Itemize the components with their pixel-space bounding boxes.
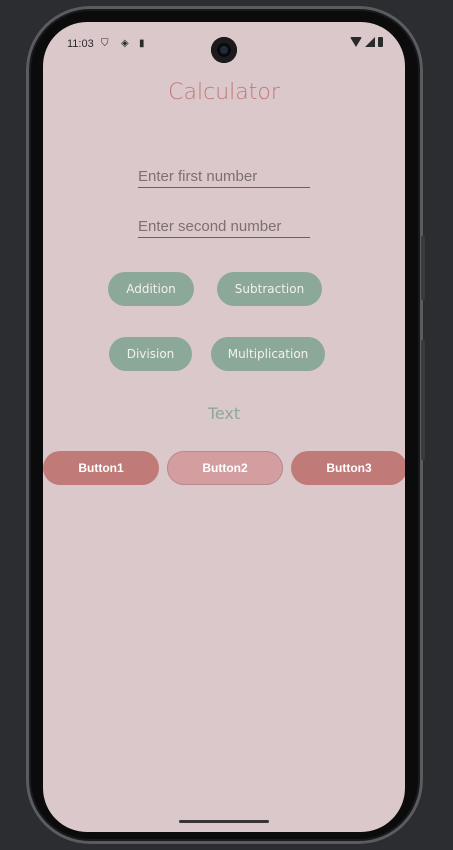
- addition-button[interactable]: Addition: [108, 272, 194, 306]
- volume-button: [421, 340, 425, 460]
- battery-icon: [378, 37, 383, 47]
- second-number-input[interactable]: [138, 215, 310, 237]
- front-camera: [211, 37, 237, 63]
- location-icon: ◈: [121, 38, 129, 49]
- status-time: 11:03: [67, 38, 94, 50]
- app-title: Calculator: [168, 80, 280, 105]
- subtraction-button[interactable]: Subtraction: [217, 272, 322, 306]
- division-button[interactable]: Division: [109, 337, 192, 371]
- first-number-field[interactable]: [138, 165, 310, 188]
- second-number-field[interactable]: [138, 215, 310, 238]
- button2[interactable]: Button2: [167, 451, 283, 485]
- shield-icon: ⛉: [101, 38, 109, 49]
- home-indicator[interactable]: [179, 820, 269, 823]
- multiplication-button[interactable]: Multiplication: [211, 337, 325, 371]
- power-button: [421, 236, 425, 300]
- signal-icon: [365, 37, 375, 47]
- button1[interactable]: Button1: [43, 451, 159, 485]
- sd-card-icon: ▮: [139, 38, 145, 49]
- wifi-icon: [350, 37, 362, 47]
- result-text: Text: [207, 404, 241, 423]
- app-screen: 11:03 ⛉ ◈ ▮ Calculator Addition Subtract…: [43, 22, 405, 832]
- button3[interactable]: Button3: [291, 451, 405, 485]
- first-number-input[interactable]: [138, 165, 310, 187]
